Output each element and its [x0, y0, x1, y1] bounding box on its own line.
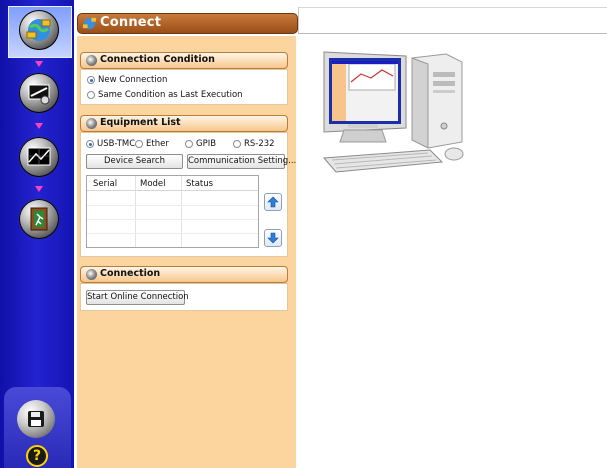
device-search-button[interactable]: Device Search [86, 154, 183, 169]
measurement-scope-icon [27, 147, 51, 166]
arrow-up-icon [267, 196, 279, 208]
table-gridline [87, 219, 258, 220]
radio-unselected[interactable] [87, 91, 95, 99]
step-exit-button[interactable] [19, 199, 59, 239]
page-title: Connect [100, 15, 162, 30]
communication-setting-button[interactable]: Communication Setting... [187, 154, 296, 169]
equipment-list-header: Equipment List [80, 115, 288, 132]
section-bullet-icon [86, 55, 97, 66]
option-label: GPIB [196, 139, 217, 149]
new-connection-option[interactable]: New Connection [87, 75, 167, 85]
exit-door-icon [30, 207, 48, 231]
header-divider [298, 7, 299, 34]
radio-selected[interactable] [86, 140, 94, 148]
connection-header: Connection [80, 266, 288, 283]
header-divider [298, 33, 607, 34]
start-online-connection-button[interactable]: Start Online Connection [86, 290, 189, 305]
connect-globe-icon [82, 17, 97, 30]
option-label: RS-232 [244, 139, 275, 149]
radio-unselected[interactable] [185, 140, 193, 148]
step-arrow [35, 186, 43, 192]
computer-illustration [322, 51, 464, 173]
radio-selected[interactable] [87, 76, 95, 84]
column-header-serial: Serial [93, 179, 118, 189]
step-settings-button[interactable] [19, 73, 59, 113]
arrow-down-icon [267, 232, 279, 244]
table-gridline [135, 176, 136, 247]
page-title-tab: Connect [77, 13, 298, 34]
column-header-model: Model [140, 179, 166, 189]
connection-condition-box: New Connection Same Condition as Last Ex… [80, 69, 288, 105]
interface-gpib[interactable]: GPIB [185, 139, 216, 149]
floppy-disk-icon [28, 411, 44, 427]
move-up-button[interactable] [264, 193, 282, 211]
step-navigation: ? [0, 0, 74, 468]
table-gridline [181, 176, 182, 247]
step-arrow [35, 123, 43, 129]
option-label: USB-TMC [97, 139, 136, 149]
section-title: Connection Condition [100, 54, 215, 65]
move-down-button[interactable] [264, 229, 282, 247]
connect-globe-icon [26, 19, 51, 41]
section-title: Equipment List [100, 117, 181, 128]
step-arrow [35, 61, 43, 67]
same-condition-option[interactable]: Same Condition as Last Execution [87, 90, 243, 100]
save-button[interactable] [17, 400, 55, 438]
interface-ether[interactable]: Ether [135, 139, 169, 149]
option-label: New Connection [98, 75, 168, 85]
table-header-divider [87, 190, 258, 191]
section-title: Connection [100, 268, 161, 279]
interface-rs232[interactable]: RS-232 [233, 139, 275, 149]
interface-usb-tmc[interactable]: USB-TMC [86, 139, 135, 149]
table-gridline [87, 205, 258, 206]
help-button[interactable]: ? [26, 445, 48, 467]
table-gridline [87, 233, 258, 234]
settings-tools-icon [28, 84, 50, 105]
equipment-table[interactable]: Serial Model Status [86, 175, 259, 248]
step-connect-button[interactable] [19, 10, 59, 50]
option-label: Same Condition as Last Execution [98, 90, 243, 100]
section-bullet-icon [86, 118, 97, 129]
header-divider [298, 7, 607, 8]
option-label: Ether [146, 139, 169, 149]
step-measure-button[interactable] [19, 137, 59, 177]
column-header-status: Status [186, 179, 214, 189]
radio-unselected[interactable] [233, 140, 241, 148]
connection-condition-header: Connection Condition [80, 52, 288, 69]
section-bullet-icon [86, 269, 97, 280]
radio-unselected[interactable] [135, 140, 143, 148]
